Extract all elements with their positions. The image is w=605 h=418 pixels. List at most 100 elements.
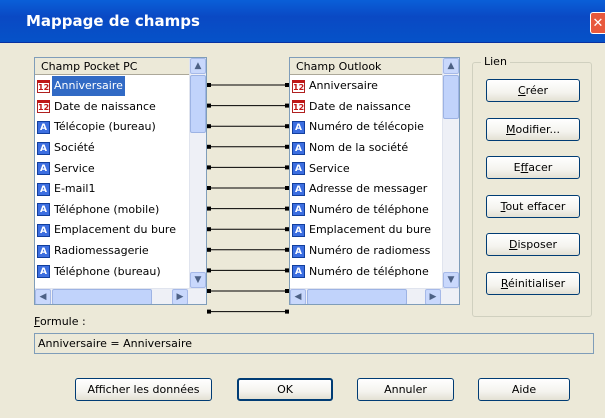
list-item-label: Emplacement du bure [54, 223, 176, 237]
title-bar: Mappage de champs ✕ [0, 0, 605, 43]
list-item-label: E-mail1 [54, 182, 96, 196]
link-lines-svg [207, 83, 289, 314]
outlook-field-list[interactable]: Champ Outlook 12 Anniversaire 12 Date de na… [289, 57, 460, 305]
window-title: Mappage de champs [26, 12, 200, 30]
list-item[interactable]: A Emplacement du bure [35, 220, 178, 241]
ok-button[interactable]: OK [237, 378, 333, 401]
modify-button[interactable]: Modifier... [486, 117, 580, 141]
list-item[interactable]: A Nom de la société [290, 138, 433, 159]
scroll-thumb[interactable] [190, 75, 206, 133]
show-data-button[interactable]: Afficher les données [75, 378, 212, 401]
modify-button-label: Modifier... [506, 122, 560, 136]
list-item-label: Date de naissance [309, 99, 411, 113]
list-item[interactable]: A Emplacement du bure [290, 220, 433, 241]
list-item[interactable]: A Numéro de téléphone [290, 200, 433, 221]
list-item[interactable]: 12 Date de naissance [35, 97, 178, 118]
text-field-icon: A [292, 182, 305, 196]
list-item[interactable]: A Service [290, 158, 433, 179]
list-item[interactable]: A Numéro de télécopie [290, 117, 433, 138]
list-item[interactable]: 12 Anniversaire [290, 76, 433, 97]
list-item-label: Adresse de messager [309, 182, 428, 196]
scroll-up-button[interactable]: ▲ [190, 58, 206, 74]
list-item[interactable]: A Radiomessagerie [35, 241, 178, 262]
link-endpoint [207, 103, 211, 108]
calendar-field-icon: 12 [37, 79, 50, 93]
list-item-label: Numéro de téléphone [309, 264, 429, 278]
text-field-icon: A [37, 141, 50, 155]
list-item-label: Service [54, 161, 95, 175]
ok-button-label: OK [277, 383, 293, 396]
link-endpoint [207, 206, 211, 211]
arrange-button[interactable]: Disposer [486, 233, 580, 256]
dialog-body: Champ Pocket PC 12 Anniversaire 12 Date de … [0, 43, 605, 418]
scroll-down-button[interactable]: ▼ [443, 272, 459, 288]
list-item[interactable]: A Numéro de radiomess [290, 241, 433, 262]
scroll-up-button[interactable]: ▲ [443, 58, 459, 74]
reset-button-label: Réinitialiser [500, 276, 566, 290]
reset-button[interactable]: Réinitialiser [486, 271, 580, 295]
vertical-scrollbar[interactable]: ▲ ▼ [189, 58, 206, 289]
cancel-button-label: Annuler [384, 383, 427, 396]
list-item-label: Service [309, 161, 350, 175]
list-item-label: Anniversaire [52, 76, 125, 97]
text-field-icon: A [37, 182, 50, 196]
list-item-label: Numéro de télécopie [309, 120, 424, 134]
list-item-label: Anniversaire [309, 79, 378, 93]
list-item[interactable]: 12 Anniversaire [35, 76, 178, 97]
link-endpoint [207, 227, 211, 232]
list-item[interactable]: A Numéro de téléphone [290, 261, 433, 282]
text-field-icon: A [292, 162, 305, 176]
arrange-button-label: Disposer [508, 238, 557, 251]
scroll-thumb[interactable] [443, 75, 459, 119]
calendar-field-icon: 12 [292, 79, 305, 93]
horizontal-scroll-thumb[interactable] [307, 289, 407, 304]
formula-field[interactable]: Anniversaire = Anniversaire [34, 333, 594, 354]
list-item[interactable]: A Télécopie (bureau) [35, 117, 178, 138]
list-item[interactable]: A Adresse de messager [290, 179, 433, 200]
horizontal-scrollbar[interactable]: ◀ ▶ [290, 288, 459, 304]
close-button[interactable]: ✕ [590, 12, 605, 34]
scroll-left-button[interactable]: ◀ [290, 289, 306, 304]
vertical-scrollbar[interactable]: ▲ ▼ [442, 58, 459, 289]
list-item-label: Nom de la société [309, 141, 409, 155]
link-endpoint [207, 309, 211, 314]
column-header-pocket-pc[interactable]: Champ Pocket PC [35, 58, 190, 75]
list-item-label: Téléphone (bureau) [54, 264, 161, 278]
link-endpoint [207, 165, 211, 170]
horizontal-scrollbar[interactable]: ◀ ▶ [35, 288, 206, 304]
link-endpoint [207, 289, 211, 293]
scroll-left-button[interactable]: ◀ [35, 289, 51, 304]
list-item[interactable]: A Société [35, 138, 178, 159]
scroll-right-button[interactable]: ▶ [172, 289, 188, 304]
list-item[interactable]: A Service [35, 158, 178, 179]
list-item-label: Téléphone (mobile) [54, 202, 160, 216]
create-button[interactable]: Créer [486, 79, 580, 102]
list-item-label: Numéro de radiomess [309, 244, 431, 258]
text-field-icon: A [292, 141, 305, 155]
horizontal-scroll-thumb[interactable] [52, 289, 152, 304]
text-field-icon: A [37, 244, 50, 258]
text-field-icon: A [37, 120, 50, 134]
list-item-label: Date de naissance [54, 99, 156, 113]
column-header-outlook[interactable]: Champ Outlook [290, 58, 442, 75]
list-item[interactable]: A Téléphone (bureau) [35, 261, 178, 282]
list-item[interactable]: A E-mail1 [35, 179, 178, 200]
cancel-button[interactable]: Annuler [357, 378, 454, 401]
field-link-lines [207, 57, 289, 327]
list-item[interactable]: 12 Date de naissance [290, 97, 433, 118]
list-item[interactable]: A Téléphone (mobile) [35, 200, 178, 221]
list-item-label: Télécopie (bureau) [54, 120, 156, 134]
link-endpoint [207, 247, 211, 252]
erase-button[interactable]: Effacer [486, 156, 580, 179]
calendar-field-icon: 12 [37, 100, 50, 114]
scroll-right-button[interactable]: ▶ [425, 289, 441, 304]
link-endpoint [207, 268, 211, 273]
scroll-down-button[interactable]: ▼ [190, 272, 206, 288]
clear-all-button-label: Tout effacer [500, 199, 566, 213]
clear-all-button[interactable]: Tout effacer [486, 194, 580, 218]
list-item-label: Radiomessagerie [54, 244, 149, 258]
formula-label: Formule : [34, 315, 86, 328]
pocket-pc-field-list[interactable]: Champ Pocket PC 12 Anniversaire 12 Date de … [34, 57, 207, 305]
outlook-rows: 12 Anniversaire 12 Date de naissance A Numéro… [290, 76, 433, 282]
help-button[interactable]: Aide [478, 378, 570, 401]
